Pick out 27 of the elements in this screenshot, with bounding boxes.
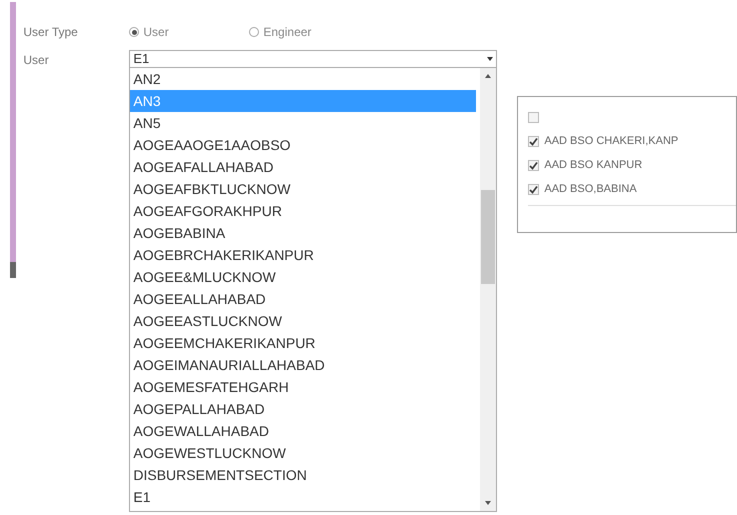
checkbox-row[interactable]: AAD BSO KANPUR [528,157,736,173]
option[interactable]: E1 [130,486,476,508]
option[interactable]: AOGEBABINA [130,222,476,244]
option[interactable]: AOGEWALLAHABAD [130,420,476,442]
checkbox-row[interactable]: AAD BSO,BABINA [528,181,736,197]
option[interactable]: AOGEAFGORAKHPUR [130,200,476,222]
option[interactable]: AN2 [130,68,476,90]
option[interactable]: AOGEE&MLUCKNOW [130,266,476,288]
user-select[interactable]: E1 [129,50,498,68]
user-type-label: User Type [23,24,79,41]
option[interactable]: AOGEAFBKTLUCKNOW [130,178,476,200]
option[interactable]: AOGEIMANAURIALLAHABAD [130,354,476,376]
option[interactable]: AOGEAFALLAHABAD [130,156,476,178]
radio-option[interactable]: User [129,23,250,41]
option[interactable]: AOGEMESFATEHGARH [130,376,476,398]
option[interactable]: AOGEEASTLUCKNOW [130,310,476,332]
radio-option[interactable]: Engineer [249,23,370,41]
option[interactable]: DISBURSEMENTSECTION [130,464,476,486]
checkbox-row[interactable]: AAD BSO CHAKERI,KANP [528,133,736,149]
option[interactable]: AOGEWESTLUCKNOW [130,442,476,464]
option[interactable]: AN5 [130,112,476,134]
option[interactable]: AOGEPALLAHABAD [130,398,476,420]
option[interactable]: AOGEBRCHAKERIKANPUR [130,244,476,266]
option[interactable]: AOGEEALLAHABAD [130,288,476,310]
user-label: User [23,52,50,69]
option[interactable]: AOGEAAOGE1AAOBSO [130,134,476,156]
option[interactable]: AOGEEMCHAKERIKANPUR [130,332,476,354]
